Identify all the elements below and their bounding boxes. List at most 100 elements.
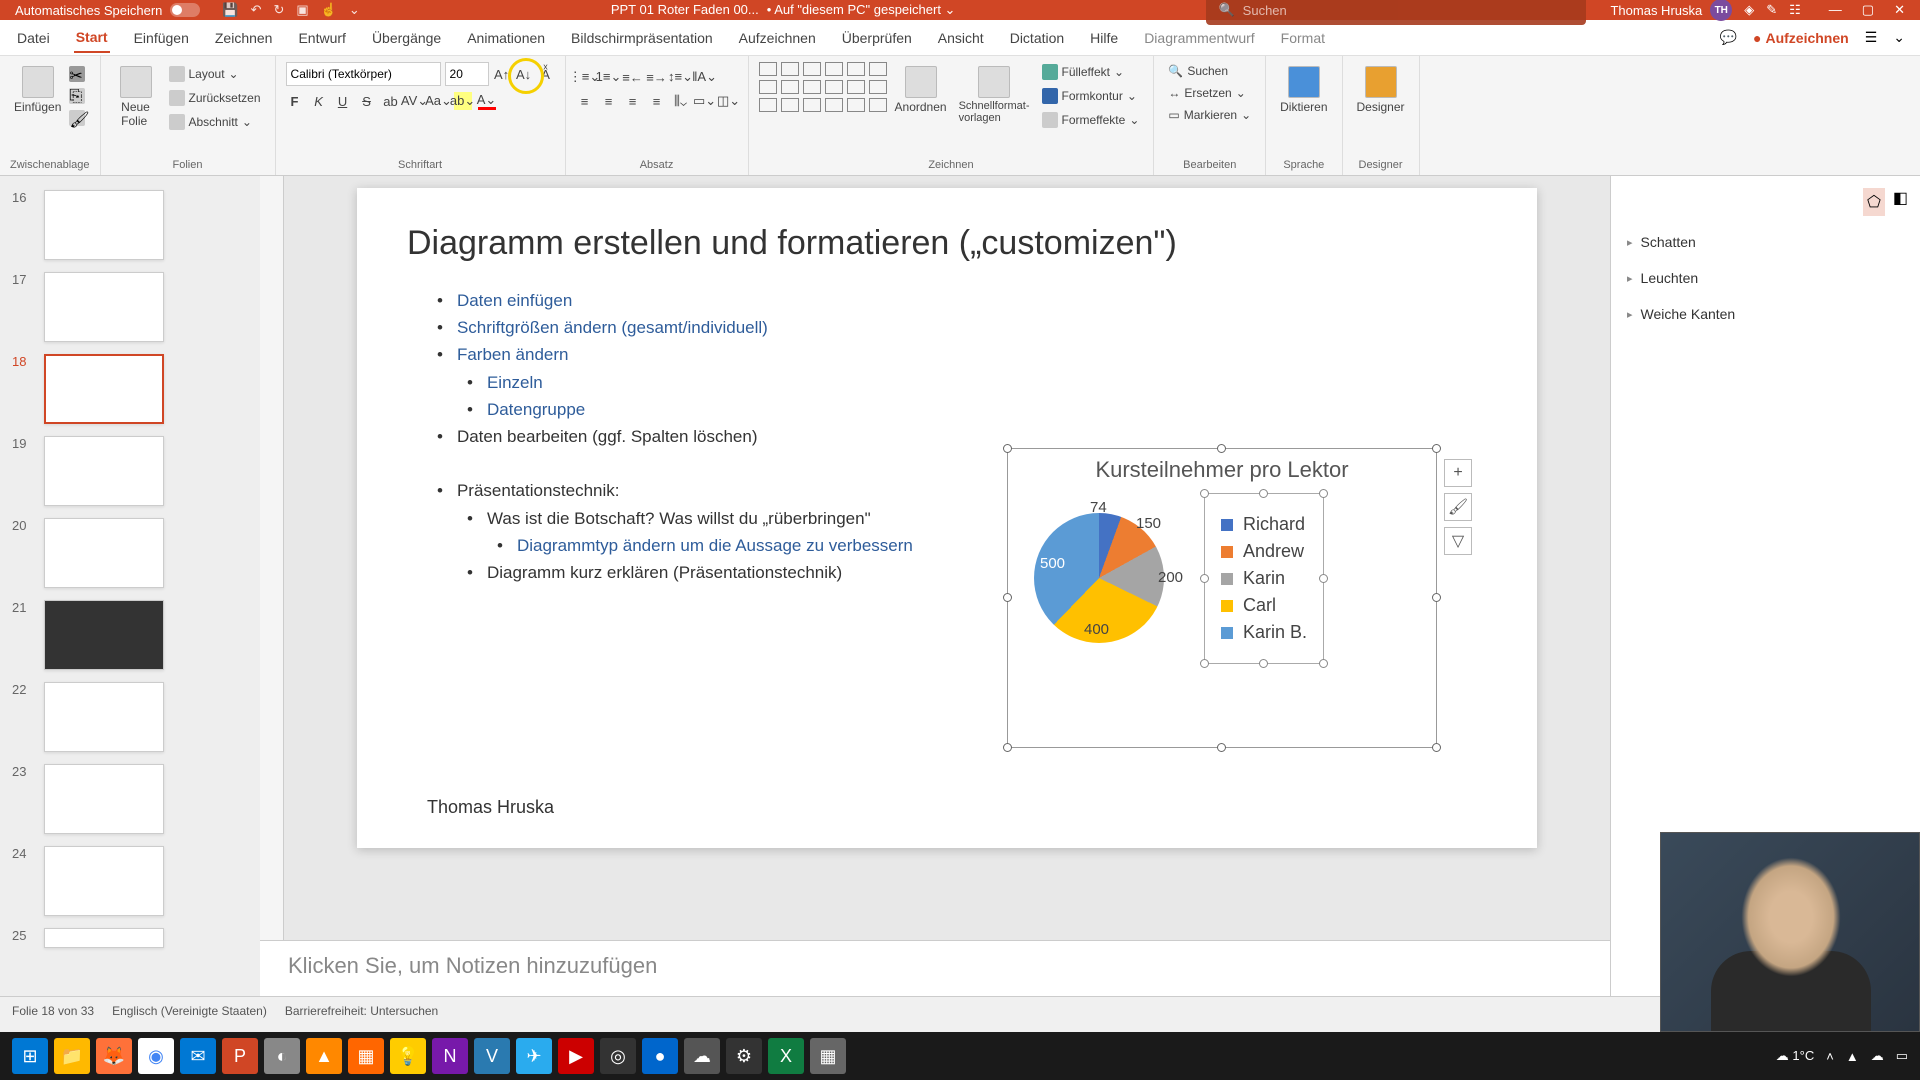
saved-status[interactable]: • Auf "diesem PC" gespeichert ⌄: [767, 2, 956, 18]
app-icon[interactable]: ◐: [264, 1038, 300, 1074]
status-lang[interactable]: Englisch (Vereinigte Staaten): [112, 1004, 267, 1018]
italic-icon[interactable]: K: [310, 92, 328, 110]
thumb-20[interactable]: 20: [0, 512, 260, 594]
thumb-22[interactable]: 22: [0, 676, 260, 758]
status-slide[interactable]: Folie 18 von 33: [12, 1004, 94, 1018]
start-icon[interactable]: ⊞: [12, 1038, 48, 1074]
highlight-icon[interactable]: ab⌄: [454, 92, 472, 110]
explorer-icon[interactable]: 📁: [54, 1038, 90, 1074]
tab-dictation[interactable]: Dictation: [1008, 24, 1066, 52]
resize-handle[interactable]: [1259, 489, 1268, 498]
section-button[interactable]: Abschnitt ⌄: [165, 112, 265, 132]
tab-zeichnen[interactable]: Zeichnen: [213, 24, 275, 52]
font-name-select[interactable]: [286, 62, 441, 86]
resize-handle[interactable]: [1217, 743, 1226, 752]
tab-ansicht[interactable]: Ansicht: [936, 24, 986, 52]
tab-einfuegen[interactable]: Einfügen: [132, 24, 191, 52]
app-icon[interactable]: ◎: [600, 1038, 636, 1074]
thumb-18[interactable]: 18: [0, 348, 260, 430]
resize-handle[interactable]: [1200, 574, 1209, 583]
effects-button[interactable]: Formeffekte ⌄: [1038, 110, 1144, 130]
tray-icon[interactable]: ☁: [1871, 1048, 1884, 1064]
record-button[interactable]: ● Aufzeichnen: [1753, 30, 1849, 46]
format-shadow[interactable]: Schatten: [1623, 224, 1908, 260]
copy-icon[interactable]: ⎘: [69, 88, 85, 104]
replace-button[interactable]: ↔Ersetzen ⌄: [1164, 84, 1255, 102]
resize-handle[interactable]: [1432, 444, 1441, 453]
layout-button[interactable]: Layout ⌄: [165, 64, 265, 84]
justify-icon[interactable]: ≡: [648, 92, 666, 110]
tab-bildschirm[interactable]: Bildschirmpräsentation: [569, 24, 715, 52]
app-icon[interactable]: ▶: [558, 1038, 594, 1074]
slide-thumbnails[interactable]: 16 17 18 19 20 21 22 23 24 25: [0, 176, 260, 996]
save-icon[interactable]: 💾: [222, 2, 238, 18]
designer-button[interactable]: Designer: [1353, 62, 1409, 118]
select-button[interactable]: ▭Markieren ⌄: [1164, 106, 1255, 124]
diamond-icon[interactable]: ◈: [1744, 2, 1754, 18]
resize-handle[interactable]: [1003, 444, 1012, 453]
outdent-icon[interactable]: ≡←: [624, 68, 642, 86]
touch-icon[interactable]: ☝: [321, 2, 337, 18]
slideshow-icon[interactable]: ▣: [296, 2, 308, 18]
indent-icon[interactable]: ≡→: [648, 68, 666, 86]
status-accessibility[interactable]: Barrierefreiheit: Untersuchen: [285, 1004, 438, 1018]
format-glow[interactable]: Leuchten: [1623, 260, 1908, 296]
chart-elements-button[interactable]: +: [1444, 459, 1472, 487]
app-icon[interactable]: V: [474, 1038, 510, 1074]
new-slide-button[interactable]: Neue Folie: [111, 62, 161, 132]
tab-ueberpruefen[interactable]: Überprüfen: [840, 24, 914, 52]
tab-format[interactable]: Format: [1279, 24, 1327, 52]
tray-icon[interactable]: ▲: [1846, 1049, 1859, 1064]
pie-chart[interactable]: 74 150 200 400 500: [1024, 493, 1184, 653]
tab-datei[interactable]: Datei: [15, 24, 52, 52]
bold-icon[interactable]: F: [286, 92, 304, 110]
resize-handle[interactable]: [1217, 444, 1226, 453]
align-left-icon[interactable]: ≡: [576, 92, 594, 110]
close-icon[interactable]: ✕: [1894, 2, 1905, 18]
tab-animationen[interactable]: Animationen: [465, 24, 547, 52]
strike-icon[interactable]: S: [358, 92, 376, 110]
redo-icon[interactable]: ↻: [274, 2, 285, 18]
chart-styles-button[interactable]: 🖌: [1444, 493, 1472, 521]
paste-button[interactable]: Einfügen: [10, 62, 65, 118]
arrange-button[interactable]: Anordnen: [891, 62, 951, 118]
onenote-icon[interactable]: N: [432, 1038, 468, 1074]
format-painter-icon[interactable]: 🖌: [69, 110, 85, 126]
decrease-font-icon[interactable]: A↓: [515, 65, 533, 83]
resize-handle[interactable]: [1319, 489, 1328, 498]
comments-icon[interactable]: 💬: [1720, 29, 1737, 46]
line-spacing-icon[interactable]: ↕≡⌄: [672, 68, 690, 86]
tab-hilfe[interactable]: Hilfe: [1088, 24, 1120, 52]
find-button[interactable]: 🔍Suchen: [1164, 62, 1255, 80]
reset-button[interactable]: Zurücksetzen: [165, 88, 265, 108]
autosave-toggle[interactable]: [170, 3, 200, 17]
shadow-icon[interactable]: ab: [382, 92, 400, 110]
outline-button[interactable]: Formkontur ⌄: [1038, 86, 1144, 106]
chart-legend[interactable]: Richard Andrew Karin Carl Karin B.: [1204, 493, 1324, 664]
dictate-button[interactable]: Diktieren: [1276, 62, 1331, 118]
tab-entwurf[interactable]: Entwurf: [296, 24, 347, 52]
undo-icon[interactable]: ↶: [251, 2, 262, 18]
fill-button[interactable]: Fülleffekt ⌄: [1038, 62, 1144, 82]
resize-handle[interactable]: [1200, 659, 1209, 668]
app-icon[interactable]: ▦: [810, 1038, 846, 1074]
tab-diagrammentwurf[interactable]: Diagrammentwurf: [1142, 24, 1256, 52]
columns-icon[interactable]: ⫼⌄: [672, 92, 690, 110]
align-text-icon[interactable]: ▭⌄: [696, 92, 714, 110]
resize-handle[interactable]: [1319, 574, 1328, 583]
bullets-icon[interactable]: ⋮≡⌄: [576, 68, 594, 86]
maximize-icon[interactable]: ▢: [1862, 2, 1874, 18]
thumb-21[interactable]: 21: [0, 594, 260, 676]
telegram-icon[interactable]: ✈: [516, 1038, 552, 1074]
spacing-icon[interactable]: AV⌄: [406, 92, 424, 110]
excel-icon[interactable]: X: [768, 1038, 804, 1074]
text-direction-icon[interactable]: ‖A⌄: [696, 68, 714, 86]
thumb-17[interactable]: 17: [0, 266, 260, 348]
align-center-icon[interactable]: ≡: [600, 92, 618, 110]
tab-uebergaenge[interactable]: Übergänge: [370, 24, 443, 52]
underline-icon[interactable]: U: [334, 92, 352, 110]
shapes-gallery[interactable]: [759, 62, 887, 112]
thumb-23[interactable]: 23: [0, 758, 260, 840]
thumb-24[interactable]: 24: [0, 840, 260, 922]
tray-chevron-icon[interactable]: ˄: [1826, 1049, 1834, 1064]
